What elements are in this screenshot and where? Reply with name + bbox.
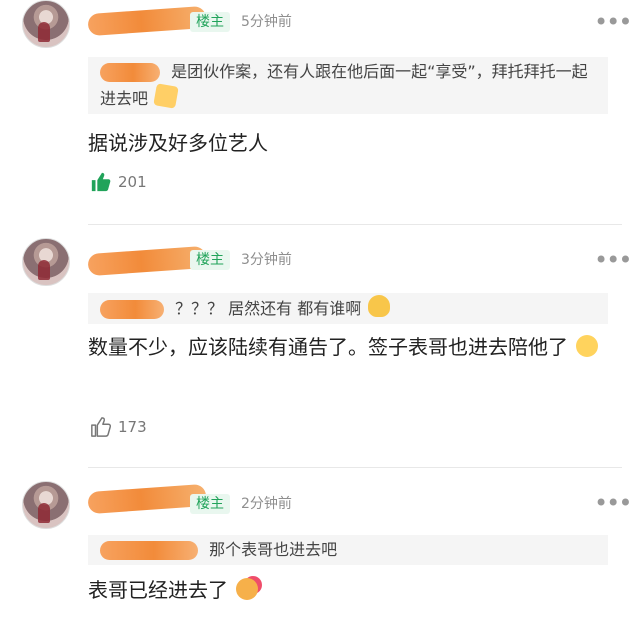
redacted-quoted-user (100, 300, 164, 319)
quoted-reply: ？？？ 居然还有 都有谁啊 (88, 293, 608, 324)
owner-badge: 楼主 (190, 494, 230, 514)
redacted-quoted-user (100, 63, 160, 82)
comment-text: 数量不少，应该陆续有通告了。签子表哥也进去陪他了 (88, 330, 608, 364)
comment-item: 楼主 5分钟前 ••• 是团伙作案，还有人跟在他后面一起“享受”，拜托拜托一起进… (0, 0, 640, 225)
more-options-icon[interactable]: ••• (594, 248, 632, 272)
comment-divider (88, 224, 622, 225)
quoted-reply: 是团伙作案，还有人跟在他后面一起“享受”，拜托拜托一起进去吧 (88, 57, 608, 114)
avatar[interactable] (22, 0, 70, 48)
light-bulb-icon (368, 295, 391, 317)
comment-text: 据说涉及好多位艺人 (88, 131, 268, 155)
avatar[interactable] (22, 238, 70, 286)
more-options-icon[interactable]: ••• (594, 491, 632, 515)
redacted-username (87, 483, 207, 515)
thumbs-up-filled-icon (91, 172, 111, 192)
avatar[interactable] (22, 481, 70, 529)
timestamp: 5分钟前 (241, 14, 292, 30)
like-button[interactable]: 201 (90, 171, 147, 193)
like-count: 201 (118, 173, 147, 191)
like-button[interactable]: 173 (90, 416, 147, 438)
more-options-icon[interactable]: ••• (594, 10, 632, 34)
redacted-quoted-user (100, 541, 198, 560)
relieved-face-icon (576, 335, 599, 357)
pray-icon (153, 83, 179, 109)
redacted-username (87, 5, 207, 37)
owner-badge: 楼主 (190, 250, 230, 270)
comment-item: 楼主 2分钟前 ••• 那个表哥也进去吧 表哥已经进去了 (0, 481, 640, 620)
timestamp: 3分钟前 (241, 252, 292, 268)
like-count: 173 (118, 418, 147, 436)
comment-text: 表哥已经进去了 (88, 573, 608, 607)
comment-item: 楼主 3分钟前 ••• ？？？ 居然还有 都有谁啊 数量不少，应该陆续有通告了。… (0, 238, 640, 468)
timestamp: 2分钟前 (241, 496, 292, 512)
redacted-username (87, 245, 207, 277)
quoted-reply: 那个表哥也进去吧 (88, 535, 608, 565)
comment-divider (88, 467, 622, 468)
smiling-hearts-face-icon (236, 578, 259, 600)
quote-text: 那个表哥也进去吧 (209, 540, 338, 559)
owner-badge: 楼主 (190, 12, 230, 32)
comment-text-content: 数量不少，应该陆续有通告了。签子表哥也进去陪他了 (88, 335, 568, 359)
comment-text-content: 表哥已经进去了 (88, 578, 228, 602)
thumbs-up-outline-icon (91, 417, 112, 437)
quote-text: ？？？ 居然还有 都有谁啊 (175, 299, 362, 318)
